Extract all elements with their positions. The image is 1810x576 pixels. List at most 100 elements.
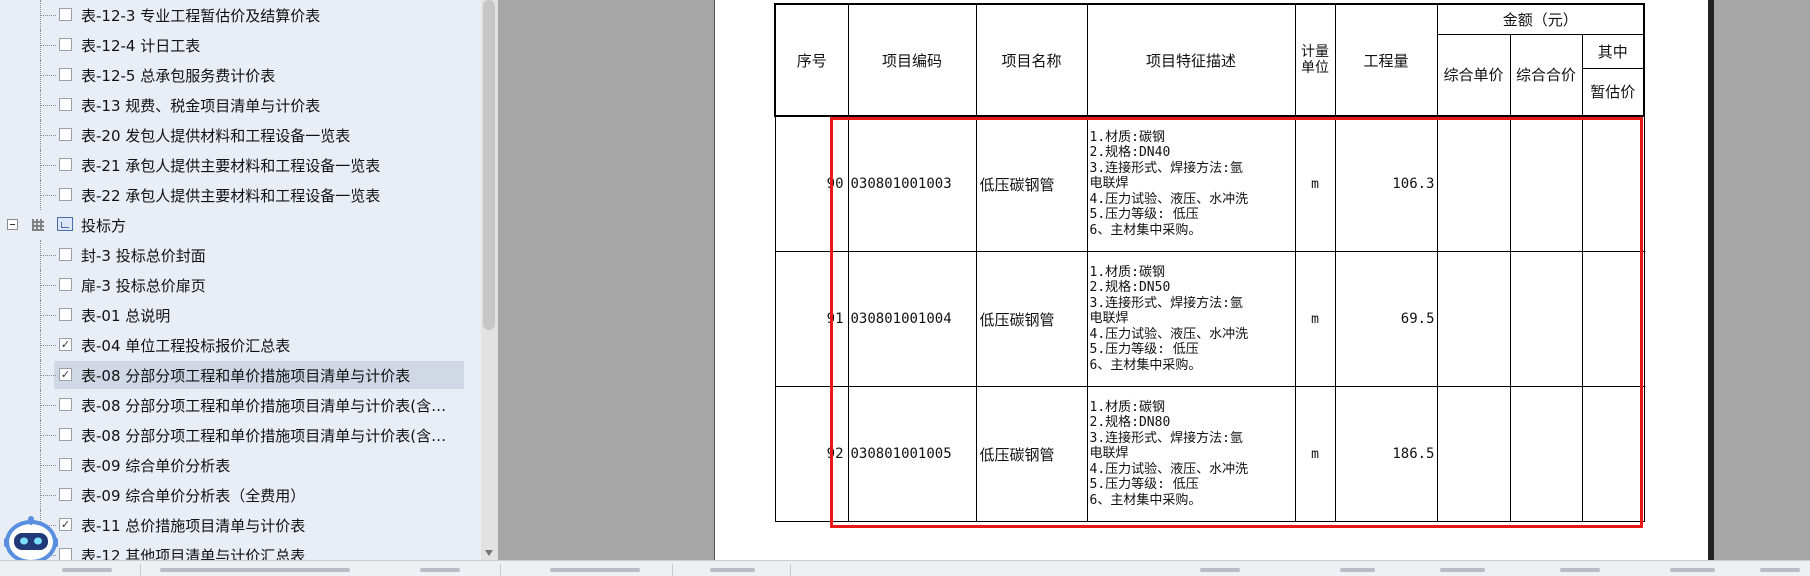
tree-item[interactable]: 表-08 分部分项工程和单价措施项目清单与计价表(含… [0,420,480,450]
bill-of-quantities-table: 序号 项目编码 项目名称 项目特征描述 计量 单位 工程量 金额（元） 综合单价… [774,3,1645,522]
report-preview-area: 序号 项目编码 项目名称 项目特征描述 计量 单位 工程量 金额（元） 综合单价… [498,0,1810,560]
checkbox-icon[interactable] [59,38,72,51]
tree-scrollbar[interactable] [481,0,498,560]
header-code: 项目编码 [847,3,977,117]
checkbox-icon[interactable] [59,548,72,560]
folder-icon [57,217,73,231]
tree-connector [40,195,56,196]
tree-item-label: 表-13 规费、税金项目清单与计价表 [81,97,321,115]
checkbox-icon[interactable] [59,278,72,291]
tree-item[interactable]: 封-3 投标总价封面 [0,240,480,270]
header-total: 综合合价 [1509,33,1583,117]
checkbox-icon[interactable] [59,248,72,261]
checkbox-icon[interactable]: ✓ [59,368,72,381]
page-edge-shadow [1708,0,1714,560]
tree-item[interactable]: ✓ 表-08 分部分项工程和单价措施项目清单与计价表 [0,360,480,390]
tree-group-label: 投标方 [81,217,127,235]
tree-item[interactable]: 表-09 综合单价分析表 [0,450,480,480]
tree-item-label: 表-21 承包人提供主要材料和工程设备一览表 [81,157,381,175]
tree-item-label: 表-09 综合单价分析表（全费用） [81,487,306,505]
tree-item[interactable]: 表-12-5 总承包服务费计价表 [0,60,480,90]
cell-total [1509,115,1583,252]
tree-item-label: 扉-3 投标总价扉页 [81,277,206,295]
cell-description: 1.材质:碳钢 2.规格:DN80 3.连接形式、焊接方法:氩 电联焊 4.压力试验、液… [1086,386,1296,522]
header-of-which: 其中 [1581,33,1645,69]
cell-unit-price [1436,386,1511,522]
tree-item[interactable]: 扉-3 投标总价扉页 [0,270,480,300]
checkbox-icon[interactable] [59,398,72,411]
report-page: 序号 项目编码 项目名称 项目特征描述 计量 单位 工程量 金额（元） 综合单价… [714,0,1710,560]
tree-group-node[interactable]: 投标方 [0,210,480,240]
cell-unit-price [1436,251,1511,387]
checkbox-icon[interactable] [59,158,72,171]
tree-item-label: 表-12-5 总承包服务费计价表 [81,67,276,85]
tree-item[interactable]: 表-01 总说明 [0,300,480,330]
tree-connector [40,315,56,316]
checkbox-icon[interactable] [59,128,72,141]
checkbox-icon[interactable] [59,8,72,21]
tree-connector [40,465,56,466]
report-tree-panel: 表-12-3 专业工程暂估价及结算价表 表-12-4 计日工表表-12-5 总承包… [0,0,498,560]
cell-provisional [1581,251,1645,387]
tree-connector [40,165,56,166]
tree-connector [40,285,56,286]
header-quantity: 工程量 [1334,3,1438,117]
description-line: 1.材质:碳钢 [1089,264,1165,280]
cell-index: 91 [774,251,849,387]
checkbox-icon[interactable] [59,458,72,471]
tree-item[interactable]: ✓ 表-04 单位工程投标报价汇总表 [0,330,480,360]
header-unit-price: 综合单价 [1436,33,1511,117]
cell-unit: m [1294,386,1336,522]
header-unit: 计量 单位 [1294,3,1336,117]
cell-unit: m [1294,251,1336,387]
tree-item[interactable]: ✓ 表-11 总价措施项目清单与计价表 [0,510,480,540]
tree-item-label: 表-12-4 计日工表 [81,37,201,55]
description-line: 电联焊 [1089,446,1129,462]
header-amount: 金额（元） [1436,3,1645,35]
cell-description: 1.材质:碳钢 2.规格:DN40 3.连接形式、焊接方法:氩 电联焊 4.压力试验、液… [1086,115,1296,252]
description-line: 电联焊 [1089,176,1129,192]
scroll-down-arrow-icon[interactable] [485,550,493,556]
description-line: 5.压力等级: 低压 [1089,342,1199,358]
cell-unit: m [1294,115,1336,252]
tree-scrollbar-thumb[interactable] [483,0,495,330]
description-line: 电联焊 [1089,311,1129,327]
tree-connector [40,405,56,406]
checkbox-icon[interactable] [59,308,72,321]
expander-minus-icon[interactable] [7,219,18,230]
description-line: 2.规格:DN50 [1089,280,1171,296]
tree-item[interactable]: 表-12-3 专业工程暂估价及结算价表 [0,0,480,30]
tree-item[interactable]: 表-20 发包人提供材料和工程设备一览表 [0,120,480,150]
checkbox-icon[interactable]: ✓ [59,338,72,351]
tree-connector [40,495,56,496]
tree-item-label: 表-11 总价措施项目清单与计价表 [81,517,306,535]
description-line: 3.连接形式、焊接方法:氩 [1089,295,1243,311]
description-line: 3.连接形式、焊接方法:氩 [1089,430,1243,446]
tree-item[interactable]: 表-12-4 计日工表 [0,30,480,60]
checkbox-icon[interactable] [59,98,72,111]
description-line: 3.连接形式、焊接方法:氩 [1089,160,1243,176]
header-unit-line1: 计量 [1301,44,1329,60]
cell-code: 030801001004 [847,251,977,387]
checkbox-icon[interactable] [59,68,72,81]
tree-item[interactable]: 表-21 承包人提供主要材料和工程设备一览表 [0,150,480,180]
description-line: 5.压力等级: 低压 [1089,477,1199,493]
tree-connector [40,375,56,376]
checkbox-icon[interactable] [59,188,72,201]
tree-connector [40,435,56,436]
tree-connector [40,105,56,106]
cell-name: 低压碳钢管 [975,386,1088,522]
tree-item[interactable]: 表-09 综合单价分析表（全费用） [0,480,480,510]
tree-item[interactable]: 表-22 承包人提供主要材料和工程设备一览表 [0,180,480,210]
tree-item-label: 表-01 总说明 [81,307,171,325]
checkbox-icon[interactable] [59,488,72,501]
checkbox-icon[interactable] [59,428,72,441]
tree-item-label: 表-12-3 专业工程暂估价及结算价表 [81,7,321,25]
tree-connector [40,345,56,346]
cell-quantity: 186.5 [1334,386,1438,522]
tree-item[interactable]: 表-08 分部分项工程和单价措施项目清单与计价表(含… [0,390,480,420]
checkbox-icon[interactable]: ✓ [59,518,72,531]
description-line: 2.规格:DN80 [1089,415,1171,431]
tree-item[interactable]: 表-13 规费、税金项目清单与计价表 [0,90,480,120]
tree-item[interactable]: 表-12 其他项目清单与计价汇总表 [0,540,480,560]
